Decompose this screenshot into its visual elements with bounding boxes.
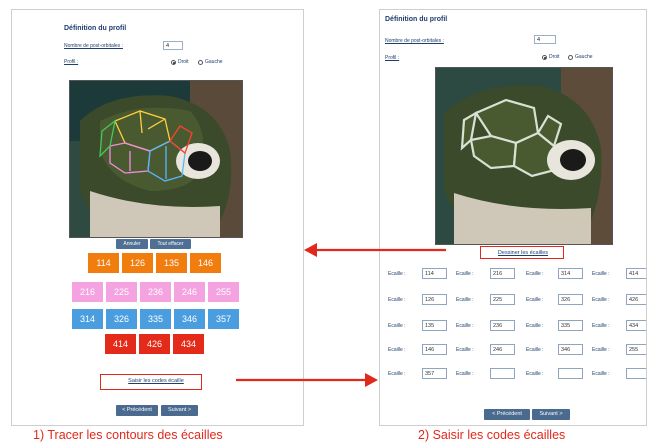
ecaille-input[interactable]: 426: [626, 294, 646, 305]
annuler-button[interactable]: Annuler: [116, 239, 148, 249]
postorb-label: Nombre de post-orbitales :: [64, 43, 123, 49]
scale-code-tile[interactable]: 246: [174, 282, 205, 302]
ecaille-label: Ecaille :: [526, 323, 544, 329]
ecaille-input[interactable]: 225: [490, 294, 515, 305]
ecaille-label: Ecaille :: [388, 371, 406, 377]
scale-code-tile[interactable]: 357: [208, 309, 239, 329]
scale-code-tile[interactable]: 146: [190, 253, 221, 273]
scale-code-tile[interactable]: 346: [174, 309, 205, 329]
radio-empty-icon: [198, 59, 203, 65]
highlight-box: [100, 374, 202, 390]
ecaille-label: Ecaille :: [456, 347, 474, 353]
scale-code-tile[interactable]: 326: [106, 309, 137, 329]
radio-gauche[interactable]: Gauche: [568, 54, 593, 60]
postorb-input[interactable]: 4: [163, 41, 183, 50]
page-title: Définition du profil: [64, 25, 127, 32]
ecaille-input[interactable]: 236: [490, 320, 515, 331]
ecaille-input[interactable]: 146: [422, 344, 447, 355]
ecaille-input[interactable]: 314: [558, 268, 583, 279]
ecaille-label: Ecaille :: [526, 297, 544, 303]
ecaille-label: Ecaille :: [388, 297, 406, 303]
suivant-button[interactable]: Suivant >: [161, 405, 198, 416]
ecaille-label: Ecaille :: [592, 271, 610, 277]
scale-code-tile[interactable]: 335: [140, 309, 171, 329]
ecaille-input[interactable]: [558, 368, 583, 379]
scale-code-tile[interactable]: 414: [105, 334, 136, 354]
ecaille-input[interactable]: 114: [422, 268, 447, 279]
ecaille-label: Ecaille :: [592, 371, 610, 377]
radio-empty-icon: [568, 54, 573, 60]
ecaille-label: Ecaille :: [526, 271, 544, 277]
ecaille-label: Ecaille :: [592, 297, 610, 303]
turtle-photo-drawing-canvas[interactable]: [69, 80, 243, 238]
radio-droit-label: Droit: [549, 54, 560, 60]
scale-code-tile[interactable]: 426: [139, 334, 170, 354]
ecaille-input[interactable]: 414: [626, 268, 646, 279]
scale-code-tile[interactable]: 314: [72, 309, 103, 329]
ecaille-label: Ecaille :: [388, 347, 406, 353]
ecaille-input[interactable]: [490, 368, 515, 379]
ecaille-label: Ecaille :: [456, 371, 474, 377]
profil-label: Profil :: [385, 55, 400, 61]
scale-code-tile[interactable]: 216: [72, 282, 103, 302]
ecaille-input[interactable]: 346: [558, 344, 583, 355]
ecaille-input[interactable]: 357: [422, 368, 447, 379]
caption-step-1: 1) Tracer les contours des écailles: [33, 428, 223, 442]
radio-selected-icon: [542, 54, 547, 60]
profil-label: Profil :: [64, 59, 79, 65]
precedent-button[interactable]: < Précédent: [484, 409, 530, 420]
postorb-input[interactable]: 4: [534, 35, 556, 44]
ecaille-input[interactable]: 335: [558, 320, 583, 331]
scale-code-tile[interactable]: 255: [208, 282, 239, 302]
scale-code-tile[interactable]: 114: [88, 253, 119, 273]
precedent-button[interactable]: < Précédent: [116, 405, 158, 416]
ecaille-input[interactable]: 255: [626, 344, 646, 355]
radio-droit-label: Droit: [178, 59, 189, 65]
scale-code-tile[interactable]: 236: [140, 282, 171, 302]
ecaille-label: Ecaille :: [592, 323, 610, 329]
turtle-head-image: [70, 81, 242, 237]
ecaille-input[interactable]: 434: [626, 320, 646, 331]
highlight-box: [480, 246, 564, 259]
ecaille-label: Ecaille :: [388, 323, 406, 329]
left-arrow-icon: [304, 243, 446, 257]
radio-gauche[interactable]: Gauche: [198, 59, 223, 65]
ecaille-input[interactable]: 326: [558, 294, 583, 305]
radio-selected-icon: [171, 59, 176, 65]
ecaille-label: Ecaille :: [388, 271, 406, 277]
ecaille-label: Ecaille :: [592, 347, 610, 353]
right-screen-panel: Définition du profil Nombre de post-orbi…: [379, 9, 647, 426]
ecaille-input[interactable]: 246: [490, 344, 515, 355]
scale-code-tile[interactable]: 126: [122, 253, 153, 273]
ecaille-input[interactable]: 216: [490, 268, 515, 279]
scale-code-tile[interactable]: 434: [173, 334, 204, 354]
radio-droit[interactable]: Droit: [171, 59, 189, 65]
ecaille-input[interactable]: 135: [422, 320, 447, 331]
page-title: Définition du profil: [385, 16, 448, 23]
turtle-head-image: [436, 68, 612, 244]
scale-code-tile[interactable]: 225: [106, 282, 137, 302]
ecaille-input[interactable]: [626, 368, 646, 379]
scale-code-tile[interactable]: 135: [156, 253, 187, 273]
ecaille-label: Ecaille :: [526, 371, 544, 377]
postorb-label: Nombre de post-orbitales :: [385, 38, 444, 44]
ecaille-label: Ecaille :: [456, 323, 474, 329]
tout-effacer-button[interactable]: Tout effacer: [150, 239, 191, 249]
right-arrow-icon: [236, 373, 378, 387]
left-screen-panel: Définition du profil Nombre de post-orbi…: [11, 9, 304, 426]
radio-droit[interactable]: Droit: [542, 54, 560, 60]
caption-step-2: 2) Saisir les codes écailles: [418, 428, 566, 442]
ecaille-label: Ecaille :: [526, 347, 544, 353]
suivant-button[interactable]: Suivant >: [532, 409, 570, 420]
radio-gauche-label: Gauche: [205, 59, 223, 65]
turtle-photo: [435, 67, 613, 245]
ecaille-label: Ecaille :: [456, 297, 474, 303]
radio-gauche-label: Gauche: [575, 54, 593, 60]
ecaille-label: Ecaille :: [456, 271, 474, 277]
ecaille-input[interactable]: 126: [422, 294, 447, 305]
